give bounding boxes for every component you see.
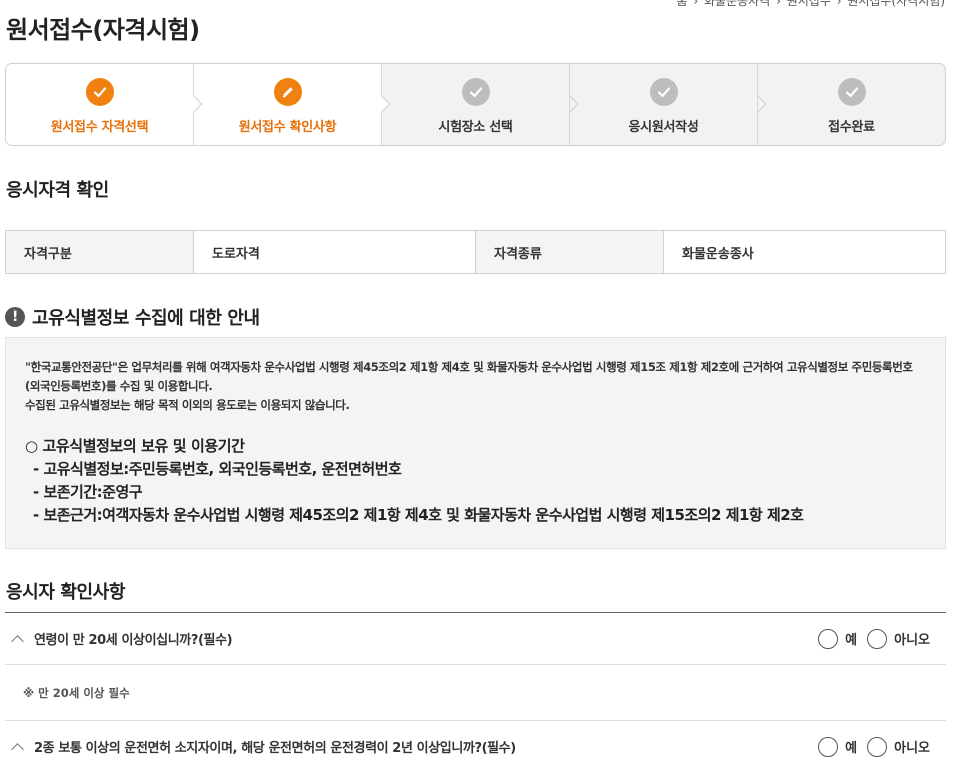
retention-item: - 고유식별정보:주민등록번호, 외국인등록번호, 운전면허번호 [33,460,402,478]
radio-no-label[interactable]: 아니오 [894,629,930,648]
radio-yes[interactable] [818,736,839,757]
retention-item: - 보존근거:여객자동차 운수사업법 시행령 제45조의2 제1항 제4호 및 … [33,506,804,524]
step-label: 원서접수 확인사항 [238,120,337,135]
radio-no-label[interactable]: 아니오 [894,737,930,756]
answer-yes[interactable]: 예 [818,628,857,649]
step-confirm-items: 원서접수 확인사항 [194,64,391,145]
step-complete: 접수완료 [758,64,945,145]
chevron-up-icon[interactable] [11,742,24,756]
category-value: 도로자격 [194,231,476,273]
question-row-age[interactable]: 연령이 만 20세 이상이십니까?(필수) 예 아니오 [5,613,946,665]
step-label: 응시원서작성 [628,120,699,135]
category-label: 자격구분 [6,231,194,273]
breadcrumb-home[interactable]: 홈 [677,0,688,8]
step-label: 원서접수 자격선택 [50,120,149,135]
exclamation-icon: ! [5,307,25,327]
answer-yes[interactable]: 예 [818,736,857,757]
question-note: ※ 만 20세 이상 필수 [5,665,946,721]
retention-title: ○ 고유식별정보의 보유 및 이용기간 [25,437,245,455]
step-label: 시험장소 선택 [438,120,513,135]
type-value: 화물운송종사 [664,231,945,273]
breadcrumb-current: 원서접수(자격시험) [847,0,945,8]
answer-no[interactable]: 아니오 [867,628,930,649]
retention-item: - 보존기간:준영구 [33,483,143,501]
breadcrumb-item[interactable]: 원서접수 [787,0,831,8]
step-exam-location: 시험장소 선택 [382,64,579,145]
type-label: 자격종류 [476,231,664,273]
answer-options: 예 아니오 [808,721,930,769]
step-qualification-select: 원서접수 자격선택 [6,64,203,145]
notice-paragraph: "한국교통안전공단"은 업무처리를 위해 여객자동차 운수사업법 시행령 제45… [25,360,913,393]
pencil-icon [273,78,302,106]
notice-paragraph: 수집된 고유식별정보는 해당 목적 이외의 용도로는 이용되지 않습니다. [25,398,350,412]
radio-yes-label[interactable]: 예 [845,629,857,648]
breadcrumb: 홈 › 화물운송자격 › 원서접수 › 원서접수(자격시험) [675,0,947,9]
answer-no[interactable]: 아니오 [867,736,930,757]
check-icon [837,78,866,106]
confirm-list: 연령이 만 20세 이상이십니까?(필수) 예 아니오 ※ 만 20세 이상 필… [5,612,946,769]
check-icon [649,78,678,106]
radio-no[interactable] [867,628,888,649]
step-application-form: 응시원서작성 [570,64,767,145]
question-text: 연령이 만 20세 이상이십니까?(필수) [34,633,233,648]
notice-box: "한국교통안전공단"은 업무처리를 위해 여객자동차 운수사업법 시행령 제45… [5,337,946,549]
qualification-section-title: 응시자격 확인 [6,180,109,201]
confirm-section-title: 응시자 확인사항 [6,582,125,603]
radio-yes-label[interactable]: 예 [845,737,857,756]
answer-options: 예 아니오 [808,613,930,664]
check-icon [461,78,490,106]
notice-title: 고유식별정보 수집에 대한 안내 [32,308,260,329]
radio-no[interactable] [867,736,888,757]
notice-heading: ! 고유식별정보 수집에 대한 안내 [5,304,260,330]
step-label: 접수완료 [828,120,875,135]
question-text: 2종 보통 이상의 운전면허 소지자이며, 해당 운전면허의 운전경력이 2년 … [34,741,516,756]
check-icon [85,78,114,106]
progress-steps: 원서접수 자격선택 원서접수 확인사항 시험장소 선택 응시원서작성 접수완료 [5,63,946,146]
question-row-license[interactable]: 2종 보통 이상의 운전면허 소지자이며, 해당 운전면허의 운전경력이 2년 … [5,721,946,769]
qualification-table: 자격구분 도로자격 자격종류 화물운송종사 [5,230,946,274]
chevron-up-icon[interactable] [11,634,24,648]
radio-yes[interactable] [818,628,839,649]
breadcrumb-item[interactable]: 화물운송자격 [704,0,770,8]
page-title: 원서접수(자격시험) [6,16,200,44]
